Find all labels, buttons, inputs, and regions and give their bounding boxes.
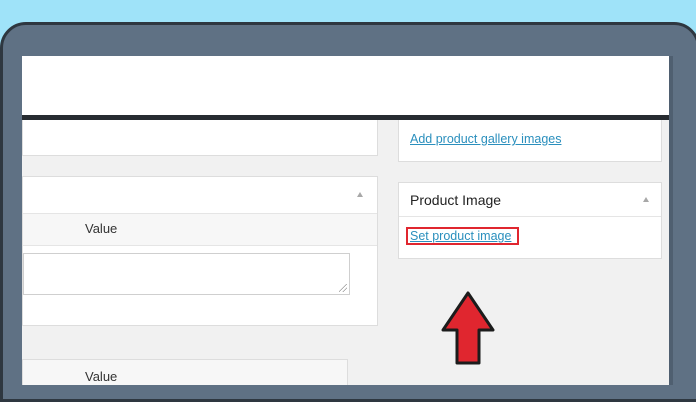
attributes-table-header: Value	[23, 214, 377, 246]
highlight-box	[406, 227, 519, 245]
attributes-panel-header[interactable]	[23, 177, 377, 214]
product-gallery-panel: Add product gallery images	[398, 120, 662, 162]
add-gallery-images-link[interactable]: Add product gallery images	[410, 132, 561, 146]
screen: Value Value Add product gallery images P…	[22, 56, 669, 385]
caret-up-icon[interactable]	[643, 197, 649, 202]
value-column-header: Value	[85, 221, 118, 236]
caret-up-icon[interactable]	[357, 192, 363, 197]
screen-bezel-edge	[669, 56, 673, 385]
resize-handle-icon[interactable]	[339, 284, 347, 292]
product-image-title: Product Image	[410, 192, 502, 208]
value-column-header-2: Value	[85, 369, 118, 384]
attributes-panel: Value	[22, 176, 378, 326]
red-arrow-icon	[441, 291, 495, 365]
product-image-panel-header[interactable]: Product Image	[399, 183, 661, 217]
admin-top-bar	[22, 56, 669, 115]
product-image-panel: Product Image Set product image	[398, 182, 662, 259]
attribute-value-textarea[interactable]	[23, 253, 350, 295]
product-data-panel	[22, 120, 378, 156]
attributes-table-header-2: Value	[22, 359, 348, 385]
